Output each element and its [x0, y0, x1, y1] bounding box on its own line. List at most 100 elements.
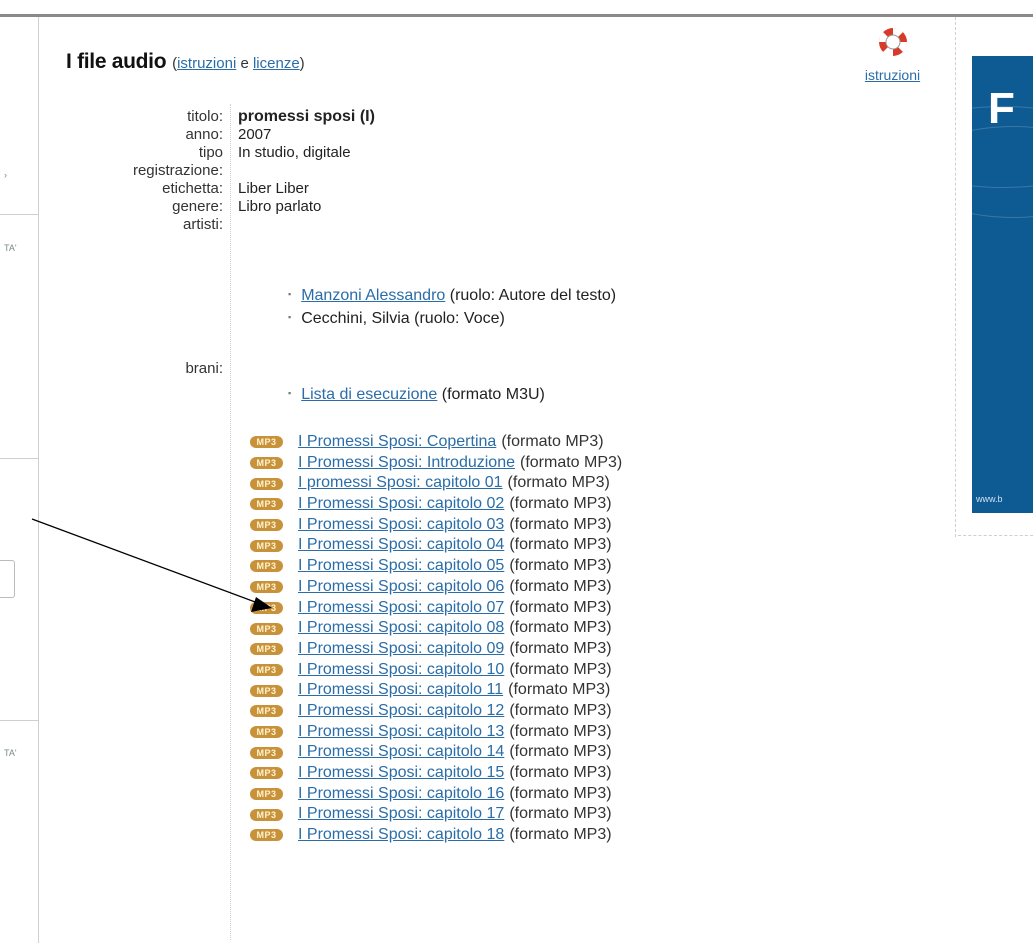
track-format: (formato MP3): [520, 453, 623, 471]
track-row: MP3 I Promessi Sposi: capitolo 14 (formato…: [250, 742, 622, 763]
mp3-icon[interactable]: MP3: [250, 601, 283, 614]
track-format: (formato MP3): [509, 722, 612, 740]
mp3-icon[interactable]: MP3: [250, 643, 283, 656]
track-link[interactable]: I Promessi Sposi: capitolo 14: [298, 742, 504, 763]
track-link[interactable]: I Promessi Sposi: capitolo 15: [298, 763, 504, 784]
artist-role: (ruolo: Autore del testo): [445, 287, 617, 304]
mp3-icon[interactable]: MP3: [250, 705, 283, 718]
mp3-icon[interactable]: MP3: [250, 560, 283, 573]
track-row: MP3 I Promessi Sposi: capitolo 03 (formato…: [250, 515, 622, 536]
track-link[interactable]: I Promessi Sposi: capitolo 02: [298, 494, 504, 515]
track-row: MP3 I Promessi Sposi: capitolo 06 (formato…: [250, 577, 622, 598]
track-format: (formato MP3): [509, 805, 612, 823]
track-format: (formato MP3): [509, 701, 612, 719]
track-row: MP3 I Promessi Sposi: capitolo 11 (formato…: [250, 680, 622, 701]
istruzioni-link[interactable]: istruzioni: [177, 55, 236, 72]
artist-link[interactable]: Manzoni Alessandro: [301, 287, 445, 304]
track-link[interactable]: I Promessi Sposi: capitolo 16: [298, 784, 504, 805]
mp3-icon[interactable]: MP3: [250, 746, 283, 759]
artist-name: Cecchini, Silvia: [301, 310, 410, 327]
sidebar-label: TA': [4, 748, 17, 758]
track-format: (formato MP3): [509, 639, 612, 657]
lifebuoy-icon[interactable]: [876, 25, 910, 59]
mp3-icon[interactable]: MP3: [250, 725, 283, 738]
paren-close: ): [299, 55, 305, 72]
meta-value: In studio, digitale: [238, 144, 351, 161]
help-widget: istruzioni: [845, 25, 940, 83]
sidebar-separator: [0, 458, 38, 459]
mp3-icon[interactable]: MP3: [250, 622, 283, 635]
help-link[interactable]: istruzioni: [845, 67, 940, 83]
track-format: (formato MP3): [509, 536, 612, 554]
track-row: MP3 I Promessi Sposi: Introduzione (format…: [250, 453, 622, 474]
track-link[interactable]: I Promessi Sposi: capitolo 12: [298, 701, 504, 722]
track-link[interactable]: I Promessi Sposi: Copertina: [298, 432, 496, 453]
mp3-icon[interactable]: MP3: [250, 457, 283, 470]
page-title: I file audio (istruzioni e licenze): [66, 50, 305, 74]
page-title-text: I file audio: [66, 50, 167, 73]
track-row: MP3 I Promessi Sposi: capitolo 17 (formato…: [250, 804, 622, 825]
sidebar-divider: [38, 17, 39, 943]
mp3-icon[interactable]: MP3: [250, 539, 283, 552]
track-format: (formato MP3): [509, 826, 612, 844]
banner-letter: F: [988, 84, 1015, 133]
tracks-list: MP3 I Promessi Sposi: Copertina (formato M…: [250, 432, 622, 846]
track-link[interactable]: I Promessi Sposi: capitolo 07: [298, 598, 504, 619]
track-format: (formato MP3): [509, 598, 612, 616]
track-format: (formato MP3): [509, 743, 612, 761]
mp3-icon[interactable]: MP3: [250, 498, 283, 511]
meta-value: promessi sposi (I): [238, 108, 375, 125]
title-links: (istruzioni e licenze): [172, 55, 305, 72]
track-link[interactable]: I Promessi Sposi: capitolo 06: [298, 577, 504, 598]
mp3-icon[interactable]: MP3: [250, 436, 283, 449]
track-format: (formato MP3): [509, 515, 612, 533]
meta-label: genere:: [172, 198, 223, 215]
track-format: (formato MP3): [509, 619, 612, 637]
meta-label: tipo: [198, 144, 223, 161]
track-link[interactable]: I Promessi Sposi: capitolo 11: [298, 680, 503, 701]
track-format: (formato MP3): [508, 681, 611, 699]
track-link[interactable]: I Promessi Sposi: capitolo 05: [298, 556, 504, 577]
mp3-icon[interactable]: MP3: [250, 663, 283, 676]
track-link[interactable]: I Promessi Sposi: capitolo 10: [298, 660, 504, 681]
track-link[interactable]: I Promessi Sposi: capitolo 09: [298, 639, 504, 660]
track-link[interactable]: I promessi Sposi: capitolo 01: [298, 473, 503, 494]
mp3-icon[interactable]: MP3: [250, 808, 283, 821]
track-link[interactable]: I Promessi Sposi: capitolo 18: [298, 825, 504, 846]
track-row: MP3 I Promessi Sposi: capitolo 18 (formato…: [250, 825, 622, 846]
track-link[interactable]: I Promessi Sposi: capitolo 13: [298, 722, 504, 743]
meta-value: Libro parlato: [238, 198, 322, 215]
sidebar-glyph: ›: [4, 170, 7, 180]
mp3-icon[interactable]: MP3: [250, 581, 283, 594]
track-link[interactable]: I Promessi Sposi: capitolo 04: [298, 535, 504, 556]
track-link[interactable]: I Promessi Sposi: capitolo 03: [298, 515, 504, 536]
mp3-icon[interactable]: MP3: [250, 788, 283, 801]
sidebar-input-fragment[interactable]: [0, 560, 15, 598]
meta-value: 2007: [238, 126, 272, 143]
sidebar-label: TA': [4, 243, 17, 253]
banner-box-bottom: [958, 535, 1033, 536]
track-row: MP3 I Promessi Sposi: capitolo 02 (formato…: [250, 494, 622, 515]
mp3-icon[interactable]: MP3: [250, 684, 283, 697]
meta-label: etichetta:: [162, 180, 223, 197]
track-format: (formato MP3): [501, 433, 604, 450]
list-item: Lista di esecuzione (formato M3U): [288, 383, 545, 406]
track-link[interactable]: I Promessi Sposi: capitolo 17: [298, 804, 504, 825]
track-link[interactable]: I Promessi Sposi: capitolo 08: [298, 618, 504, 639]
track-link[interactable]: I Promessi Sposi: Introduzione: [298, 453, 515, 474]
licenze-link[interactable]: licenze: [253, 55, 300, 72]
track-row: MP3 I promessi Sposi: capitolo 01 (formato…: [250, 473, 622, 494]
playlist-link[interactable]: Lista di esecuzione: [301, 386, 437, 403]
list-item: Manzoni Alessandro (ruolo: Autore del te…: [288, 284, 616, 307]
mp3-icon[interactable]: MP3: [250, 519, 283, 532]
banner-ad[interactable]: F www.b: [972, 56, 1033, 513]
meta-separator: [230, 104, 232, 940]
track-format: (formato MP3): [509, 495, 612, 513]
mp3-icon[interactable]: MP3: [250, 477, 283, 490]
mp3-icon[interactable]: MP3: [250, 829, 283, 842]
track-row: MP3 I Promessi Sposi: Copertina (formato M…: [250, 432, 622, 453]
meta-label: brani:: [185, 360, 223, 377]
track-row: MP3 I Promessi Sposi: capitolo 05 (formato…: [250, 556, 622, 577]
track-format: (formato MP3): [509, 764, 612, 781]
mp3-icon[interactable]: MP3: [250, 767, 283, 780]
